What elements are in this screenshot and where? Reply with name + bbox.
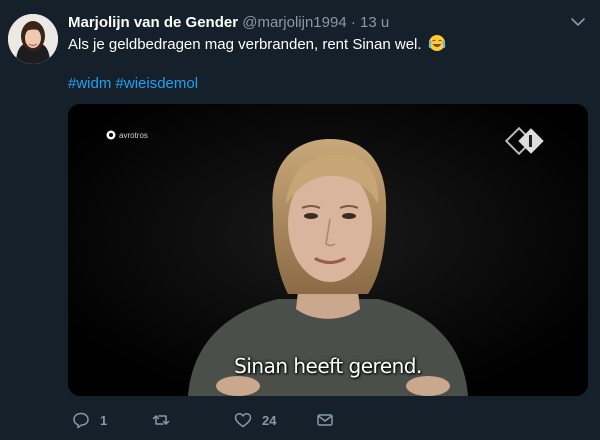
retweet-button[interactable] <box>152 410 180 430</box>
video-frame <box>68 104 588 396</box>
timestamp[interactable]: 13 u <box>360 14 389 31</box>
reply-count: 1 <box>100 412 108 428</box>
author-name[interactable]: Marjolijn van de Gender <box>68 14 238 31</box>
hashtag-list: #widm #wieisdemol <box>68 74 198 94</box>
like-count: 24 <box>262 412 277 428</box>
channel-logo-icon <box>106 130 116 140</box>
retweet-icon <box>152 415 170 425</box>
tweet-text: Als je geldbedragen mag verbranden, rent… <box>68 36 422 53</box>
avatar[interactable] <box>8 14 58 64</box>
channel-logo: avrotros <box>106 130 148 140</box>
hashtag-wieisdemol[interactable]: #wieisdemol <box>116 75 199 92</box>
mail-icon <box>317 414 333 426</box>
like-button[interactable]: 24 <box>234 410 276 430</box>
share-button[interactable] <box>316 410 334 430</box>
author-handle[interactable]: @marjolijn1994 <box>242 14 346 31</box>
avatar-image <box>8 14 58 64</box>
face-with-tears-of-joy-icon <box>428 34 446 52</box>
reply-button[interactable]: 1 <box>72 410 107 430</box>
chevron-down-icon[interactable] <box>570 14 586 30</box>
video-media[interactable]: avrotros Sinan heeft gerend. <box>68 104 588 396</box>
tweet: Marjolijn van de Gender @marjolijn1994 ·… <box>0 0 600 440</box>
channel-logo-text: avrotros <box>119 130 148 140</box>
heart-icon <box>234 412 252 428</box>
tweet-text-line: Als je geldbedragen mag verbranden, rent… <box>68 34 446 55</box>
tweet-actions: 1 24 <box>68 410 588 430</box>
separator-dot: · <box>350 14 356 31</box>
tweet-header: Marjolijn van de Gender @marjolijn1994 ·… <box>68 13 389 33</box>
hashtag-widm[interactable]: #widm <box>68 75 111 92</box>
reply-icon <box>73 412 89 429</box>
video-subtitle: Sinan heeft gerend. <box>234 354 422 378</box>
